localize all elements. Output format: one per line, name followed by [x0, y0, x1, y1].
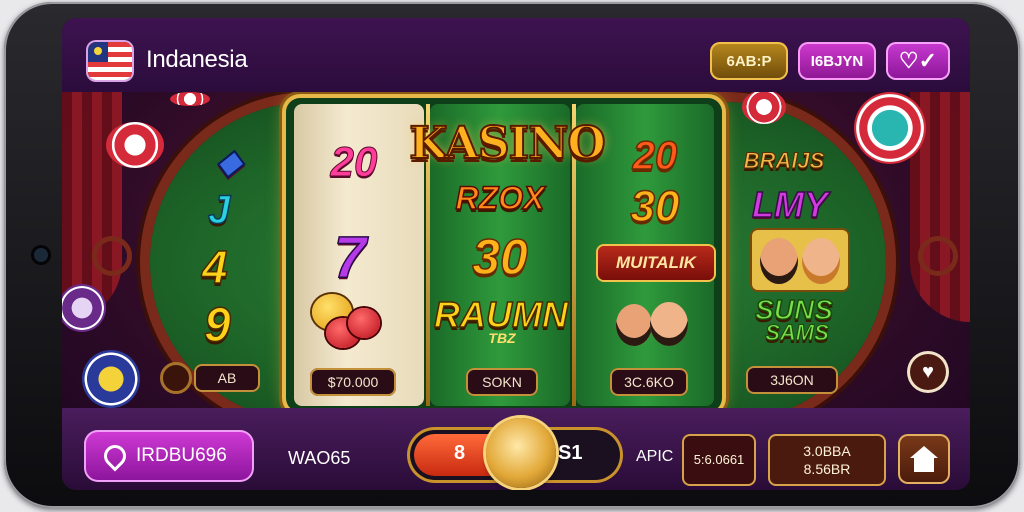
win-box[interactable]: 3.0BBA 8.56BR	[768, 434, 886, 486]
payout-plate: 3C.6KO	[610, 368, 688, 396]
bottom-bar: IRDBU696 WAO65 8 S1 APIC 5:6.0661 3.0BBA…	[62, 408, 970, 490]
spin-label: APIC	[636, 448, 674, 465]
flag-icon[interactable]	[88, 42, 132, 80]
spin-knob[interactable]	[486, 418, 556, 488]
region-title: Indanesia	[146, 46, 248, 73]
payout-plate: $70.000	[310, 368, 396, 396]
symbol-left: J	[207, 187, 231, 233]
win-line-2: 8.56BR	[803, 461, 851, 477]
payout-plate: AB	[194, 364, 260, 392]
payout-plate: 3J6ON	[746, 366, 838, 394]
slider-right-value: S1	[558, 442, 583, 464]
top-bar: Indanesia 6AB:P I6BJYN ♡✓	[62, 18, 970, 92]
region-button[interactable]: IRDBU696	[84, 430, 254, 482]
reel-symbol: 20	[330, 138, 378, 186]
symbol-left: 9	[203, 298, 231, 353]
payout-plate: SOKN	[466, 368, 538, 396]
cherry-fruit-icon	[312, 294, 382, 350]
right-symbol: LMY	[751, 183, 829, 226]
balance-button[interactable]: 6AB:P	[710, 42, 788, 80]
reel-symbol: 30	[630, 181, 680, 232]
table-handle-left	[92, 236, 132, 276]
game-title: KASINO	[408, 117, 607, 170]
poker-chip	[742, 90, 786, 124]
reel-symbol: 20	[632, 133, 678, 179]
poker-chip	[854, 92, 926, 164]
reel-symbol: TBZ	[488, 330, 516, 346]
slider-left-value: 8	[454, 442, 466, 464]
reel-symbol: RZOX	[455, 179, 545, 217]
heart-check-icon[interactable]: ♡✓	[886, 42, 950, 80]
credit-box[interactable]: 5:6.0661	[682, 434, 756, 486]
reel-symbol: 30	[471, 228, 528, 286]
poker-chip	[170, 92, 210, 106]
table-handle-right	[918, 236, 958, 276]
symbol-crown: ◆	[215, 143, 243, 182]
reel-symbol-banner: MUITALIK	[598, 246, 714, 280]
bonus-button[interactable]: I6BJYN	[798, 42, 876, 80]
win-line-1: 3.0BBA	[803, 443, 851, 459]
poker-chip	[106, 122, 164, 168]
speaker-icon[interactable]	[160, 362, 192, 394]
region-button-label: IRDBU696	[136, 445, 227, 466]
character-portraits	[752, 230, 848, 290]
reel-symbol: 7	[333, 224, 367, 291]
poker-chip	[62, 284, 106, 332]
bet-label: WAO65	[288, 448, 351, 468]
character-portraits	[616, 300, 696, 350]
right-symbol: BRAIJS	[743, 148, 825, 174]
right-symbol: SAMS	[765, 320, 830, 346]
heart-icon[interactable]: ♥	[910, 354, 946, 390]
location-pin-icon	[99, 440, 131, 472]
camera-icon	[34, 248, 48, 262]
game-screen: ◆ J 4 9 KASINO 20 7 RZOX 30 RAUMN TBZ 20…	[62, 18, 970, 490]
phone-frame: ◆ J 4 9 KASINO 20 7 RZOX 30 RAUMN TBZ 20…	[4, 2, 1020, 508]
poker-chip	[82, 350, 140, 408]
symbol-left: 4	[201, 240, 228, 294]
home-icon[interactable]	[898, 434, 950, 484]
